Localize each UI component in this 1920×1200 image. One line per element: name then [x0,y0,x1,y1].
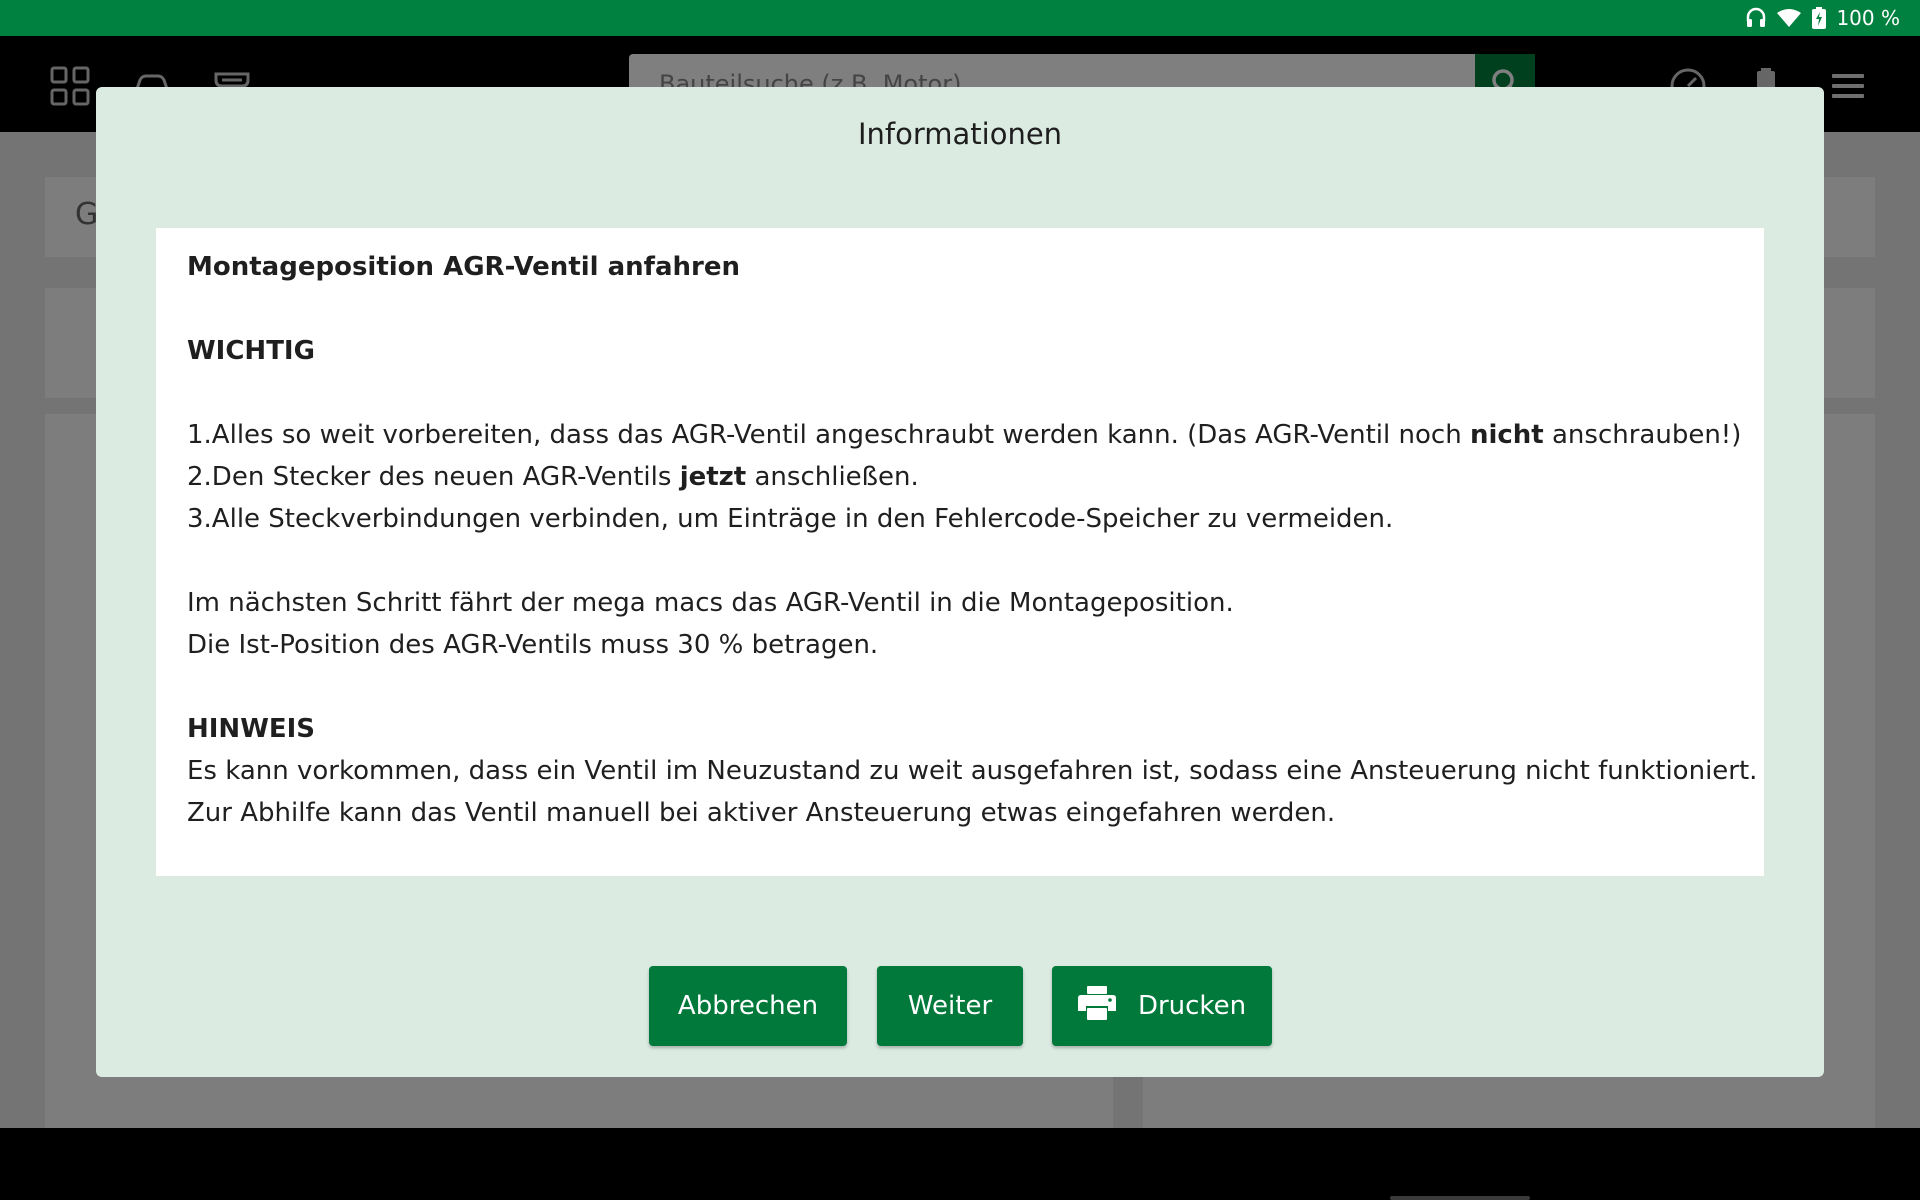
step-2: 2.Den Stecker des neuen AGR-Ventils jetz… [187,456,1733,498]
dialog-title: Informationen [857,117,1063,151]
battery-percentage: 100 % [1836,6,1900,30]
step-3: 3.Alle Steckverbindungen verbinden, um E… [187,504,1394,534]
step-1-text: 1.Alles so weit vorbereiten, dass das AG… [187,420,1470,450]
note-label: HINWEIS [187,714,316,744]
important-label: WICHTIG [187,336,315,366]
battery-charging-icon [1812,7,1827,29]
dialog-actions: Abbrechen Weiter Drucken [96,966,1824,1046]
home-indicator[interactable] [1390,1196,1530,1200]
position-text: Die Ist-Position des AGR-Ventils muss 30… [187,630,879,660]
note-line-1: Es kann vorkommen, dass ein Ventil im Ne… [187,756,1758,786]
step-2-emphasis: jetzt [679,462,747,492]
body-heading: Montageposition AGR-Ventil anfahren [187,252,741,282]
print-button[interactable]: Drucken [1052,966,1272,1046]
cancel-button[interactable]: Abbrechen [649,966,847,1046]
print-button-label: Drucken [1137,991,1247,1021]
printer-icon [1077,985,1116,1027]
step-1: 1.Alles so weit vorbereiten, dass das AG… [187,414,1741,456]
step-2-text-end: anschließen. [746,462,919,492]
status-bar: 100 % [0,0,1920,36]
next-step-text: Im nächsten Schritt fährt der mega macs … [187,588,1234,618]
step-2-text: 2.Den Stecker des neuen AGR-Ventils [187,462,680,492]
next-button[interactable]: Weiter [877,966,1023,1046]
headset-icon [1746,7,1766,29]
note-line-2: Zur Abhilfe kann das Ventil manuell bei … [187,798,1336,828]
info-dialog: Informationen Montageposition AGR-Ventil… [96,87,1824,1077]
dialog-body: Montageposition AGR-Ventil anfahren WICH… [156,228,1764,876]
step-1-emphasis: nicht [1469,420,1544,450]
navigation-bar [0,1128,1920,1200]
step-1-text-end: anschrauben!) [1543,420,1742,450]
status-icons: 100 % [1746,0,1900,36]
wifi-icon [1776,8,1802,28]
